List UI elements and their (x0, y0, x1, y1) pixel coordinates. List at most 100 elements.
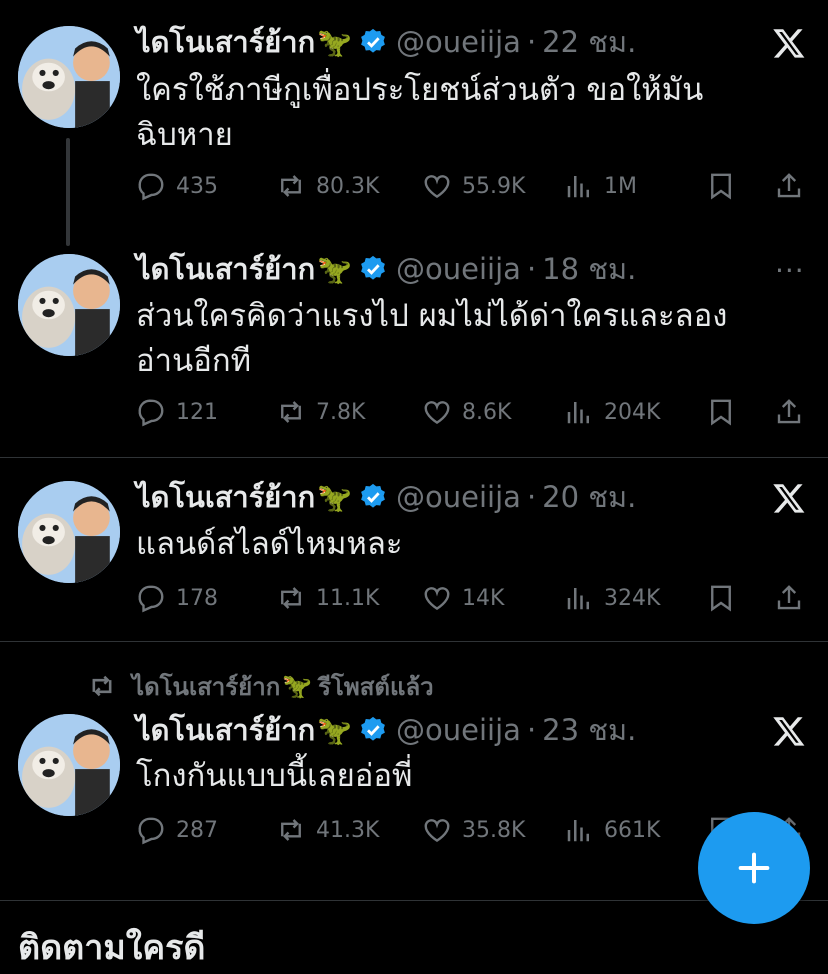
share-icon (777, 585, 801, 610)
avatar[interactable] (18, 254, 120, 356)
handle[interactable]: @oueiija (396, 252, 521, 286)
timestamp[interactable]: 22 ชม. (542, 19, 636, 65)
thread-connector-line (66, 138, 70, 246)
reply-button[interactable]: 287 (136, 810, 218, 850)
repost-icon (281, 587, 301, 609)
bookmark-button[interactable] (706, 166, 746, 206)
repost-button[interactable]: 41.3K (276, 810, 379, 850)
avatar-image (18, 254, 120, 356)
like-icon (424, 401, 450, 425)
divider (0, 900, 828, 901)
reply-count: 121 (176, 399, 218, 425)
avatar[interactable] (18, 26, 120, 128)
repost-icon (281, 819, 301, 841)
like-button[interactable]: 8.6K (422, 392, 511, 432)
tweet-header: ไดโนเสาร์ย้าก 🦖 @oueiija · 23 ชม. (136, 710, 636, 750)
bookmark-icon (711, 585, 731, 612)
avatar-image (18, 481, 120, 583)
repost-icon (281, 401, 301, 423)
timestamp[interactable]: 18 ชม. (542, 246, 636, 292)
reply-icon (138, 173, 164, 201)
share-button[interactable] (774, 392, 814, 432)
tweet-header: ไดโนเสาร์ย้าก 🦖 @oueiija · 18 ชม. (136, 249, 636, 289)
who-to-follow-heading: ติดตามใครดี (18, 928, 206, 968)
reply-icon (138, 585, 164, 613)
repost-banner-label: รีโพสต์แล้ว (318, 672, 434, 701)
like-count: 14K (462, 585, 505, 611)
share-icon (777, 173, 801, 198)
reply-button[interactable]: 178 (136, 578, 218, 618)
views-button[interactable]: 324K (564, 578, 660, 618)
tweet-text: แลนด์สไลด์ไหมหละ (136, 526, 403, 562)
display-name[interactable]: ไดโนเสาร์ย้าก (136, 19, 315, 65)
views-icon (567, 176, 589, 198)
separator-dot: · (526, 713, 537, 747)
share-button[interactable] (774, 166, 814, 206)
reply-icon (138, 817, 164, 845)
tweet-actions: 178 11.1K 14K 324K (136, 578, 816, 618)
verified-icon (361, 28, 385, 53)
views-icon (567, 402, 589, 424)
dino-emoji: 🦖 (317, 480, 353, 514)
tweet-actions: 121 7.8K 8.6K 204K (136, 392, 816, 432)
tweet-header: ไดโนเสาร์ย้าก 🦖 @oueiija · 22 ชม. (136, 22, 636, 62)
verified-icon (361, 255, 385, 280)
like-count: 8.6K (462, 399, 512, 425)
verified-icon (361, 483, 385, 508)
avatar[interactable] (18, 481, 120, 583)
timestamp[interactable]: 23 ชม. (542, 707, 636, 753)
repost-button[interactable]: 80.3K (276, 166, 379, 206)
compose-plus-icon (738, 852, 770, 884)
like-icon (424, 175, 450, 199)
repost-banner-name[interactable]: ไดโนเสาร์ย้าก (132, 667, 280, 706)
avatar-image (18, 26, 120, 128)
handle[interactable]: @oueiija (396, 480, 521, 514)
reply-button[interactable]: 435 (136, 166, 218, 206)
like-button[interactable]: 14K (422, 578, 504, 618)
compose-button[interactable] (698, 812, 810, 924)
dino-emoji: 🦖 (317, 713, 353, 747)
views-button[interactable]: 1M (564, 166, 637, 206)
x-logo-icon[interactable] (772, 481, 806, 515)
bookmark-button[interactable] (706, 392, 746, 432)
views-button[interactable]: 661K (564, 810, 660, 850)
tweet-text: ใครใช้ภาษีกูเพื่อประโยชน์ส่วนตัว ขอให้มั… (136, 72, 704, 153)
repost-icon (281, 175, 301, 197)
like-icon (424, 587, 450, 611)
bookmark-icon (711, 173, 731, 200)
repost-button[interactable]: 7.8K (276, 392, 365, 432)
handle[interactable]: @oueiija (396, 25, 521, 59)
separator-dot: · (526, 25, 537, 59)
avatar-image (18, 714, 120, 816)
views-button[interactable]: 204K (564, 392, 660, 432)
like-button[interactable]: 55.9K (422, 166, 525, 206)
dino-emoji: 🦖 (282, 672, 313, 700)
separator-dot: · (526, 252, 537, 286)
like-button[interactable]: 35.8K (422, 810, 525, 850)
display-name[interactable]: ไดโนเสาร์ย้าก (136, 707, 315, 753)
timestamp[interactable]: 20 ชม. (542, 474, 636, 520)
bookmark-icon (711, 399, 731, 426)
x-logo-icon[interactable] (772, 26, 806, 60)
share-button[interactable] (774, 578, 814, 618)
reply-button[interactable]: 121 (136, 392, 218, 432)
reply-count: 287 (176, 817, 218, 843)
display-name[interactable]: ไดโนเสาร์ย้าก (136, 474, 315, 520)
handle[interactable]: @oueiija (396, 713, 521, 747)
reply-count: 435 (176, 173, 218, 199)
views-count: 204K (604, 399, 661, 425)
display-name[interactable]: ไดโนเสาร์ย้าก (136, 246, 315, 292)
separator-dot: · (526, 480, 537, 514)
repost-button[interactable]: 11.1K (276, 578, 379, 618)
bookmark-button[interactable] (706, 578, 746, 618)
tweet-actions: 435 80.3K 55.9K 1M (136, 166, 816, 206)
avatar[interactable] (18, 714, 120, 816)
views-count: 661K (604, 817, 661, 843)
more-options-icon[interactable]: ··· (775, 254, 805, 287)
views-count: 1M (604, 173, 637, 199)
dino-emoji: 🦖 (317, 252, 353, 286)
verified-icon (361, 716, 385, 741)
x-logo-icon[interactable] (772, 714, 806, 748)
views-icon (567, 588, 589, 610)
repost-count: 11.1K (316, 585, 380, 611)
